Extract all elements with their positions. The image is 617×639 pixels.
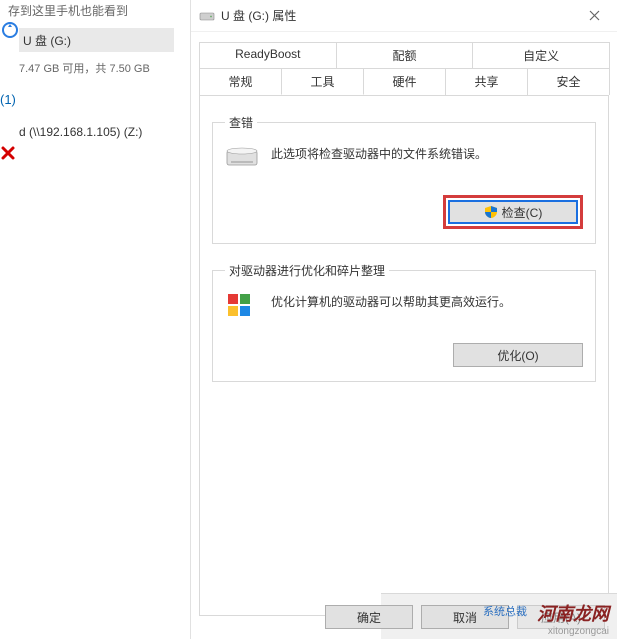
tab-sharing[interactable]: 共享 — [445, 68, 528, 95]
tab-container: ReadyBoost 配额 自定义 常规 工具 硬件 共享 安全 — [191, 32, 617, 96]
tab-tools[interactable]: 工具 — [281, 68, 364, 95]
optimize-button-label: 优化(O) — [497, 347, 538, 364]
optimize-group: 对驱动器进行优化和碎片整理 优化计算机的驱动器可以帮助其更高效运行。 优化(O) — [212, 262, 596, 382]
network-drive-item[interactable]: d (\\192.168.1.105) (Z:) — [19, 125, 142, 139]
status-text: 存到这里手机也能看到 — [8, 2, 128, 19]
tab-readyboost[interactable]: ReadyBoost — [199, 42, 337, 69]
close-button[interactable] — [572, 0, 617, 30]
optimize-button[interactable]: 优化(O) — [453, 343, 583, 367]
watermark-blue: 系统总裁 — [483, 603, 527, 619]
properties-dialog: U 盘 (G:) 属性 ReadyBoost 配额 自定义 常规 工具 硬件 共… — [190, 0, 617, 639]
errorcheck-legend: 查错 — [225, 114, 257, 131]
tabs-row-top: ReadyBoost 配额 自定义 — [199, 42, 609, 69]
check-button-highlight: 检查(C) — [443, 195, 583, 229]
tab-quota[interactable]: 配额 — [336, 42, 474, 69]
ok-button[interactable]: 确定 — [325, 605, 413, 629]
drive-selection[interactable]: U 盘 (G:) — [19, 28, 174, 52]
defrag-icon — [225, 291, 259, 319]
disk-icon — [199, 10, 215, 22]
disconnected-icon — [0, 145, 16, 161]
tab-content-tools: 查错 此选项将检查驱动器中的文件系统错误。 检查(C) — [199, 96, 609, 616]
tab-customize[interactable]: 自定义 — [472, 42, 610, 69]
check-button-label: 检查(C) — [502, 204, 543, 221]
tabs-row-bottom: 常规 工具 硬件 共享 安全 — [199, 68, 609, 96]
drive-label: U 盘 (G:) — [23, 32, 71, 49]
watermark: 河南龙网 xitongzongcai — [537, 600, 609, 637]
watermark-sub: xitongzongcai — [537, 626, 609, 637]
optimize-description: 优化计算机的驱动器可以帮助其更高效运行。 — [271, 291, 511, 311]
dialog-title: U 盘 (G:) 属性 — [221, 7, 296, 24]
check-button[interactable]: 检查(C) — [448, 200, 578, 224]
drive-check-icon — [225, 143, 259, 171]
explorer-background: 存到这里手机也能看到 U 盘 (G:) 7.47 GB 可用，共 7.50 GB… — [0, 0, 190, 639]
tab-hardware[interactable]: 硬件 — [363, 68, 446, 95]
dialog-titlebar[interactable]: U 盘 (G:) 属性 — [191, 0, 617, 32]
watermark-main: 河南龙网 — [537, 600, 609, 626]
tab-security[interactable]: 安全 — [527, 68, 610, 95]
optimize-legend: 对驱动器进行优化和碎片整理 — [225, 262, 389, 279]
tab-general[interactable]: 常规 — [199, 68, 282, 95]
errorcheck-description: 此选项将检查驱动器中的文件系统错误。 — [271, 143, 487, 163]
section-heading: (1) — [0, 92, 16, 107]
sync-circle-icon — [0, 20, 20, 40]
uac-shield-icon — [484, 205, 498, 219]
storage-info: 7.47 GB 可用，共 7.50 GB — [19, 60, 150, 76]
errorcheck-group: 查错 此选项将检查驱动器中的文件系统错误。 检查(C) — [212, 114, 596, 244]
